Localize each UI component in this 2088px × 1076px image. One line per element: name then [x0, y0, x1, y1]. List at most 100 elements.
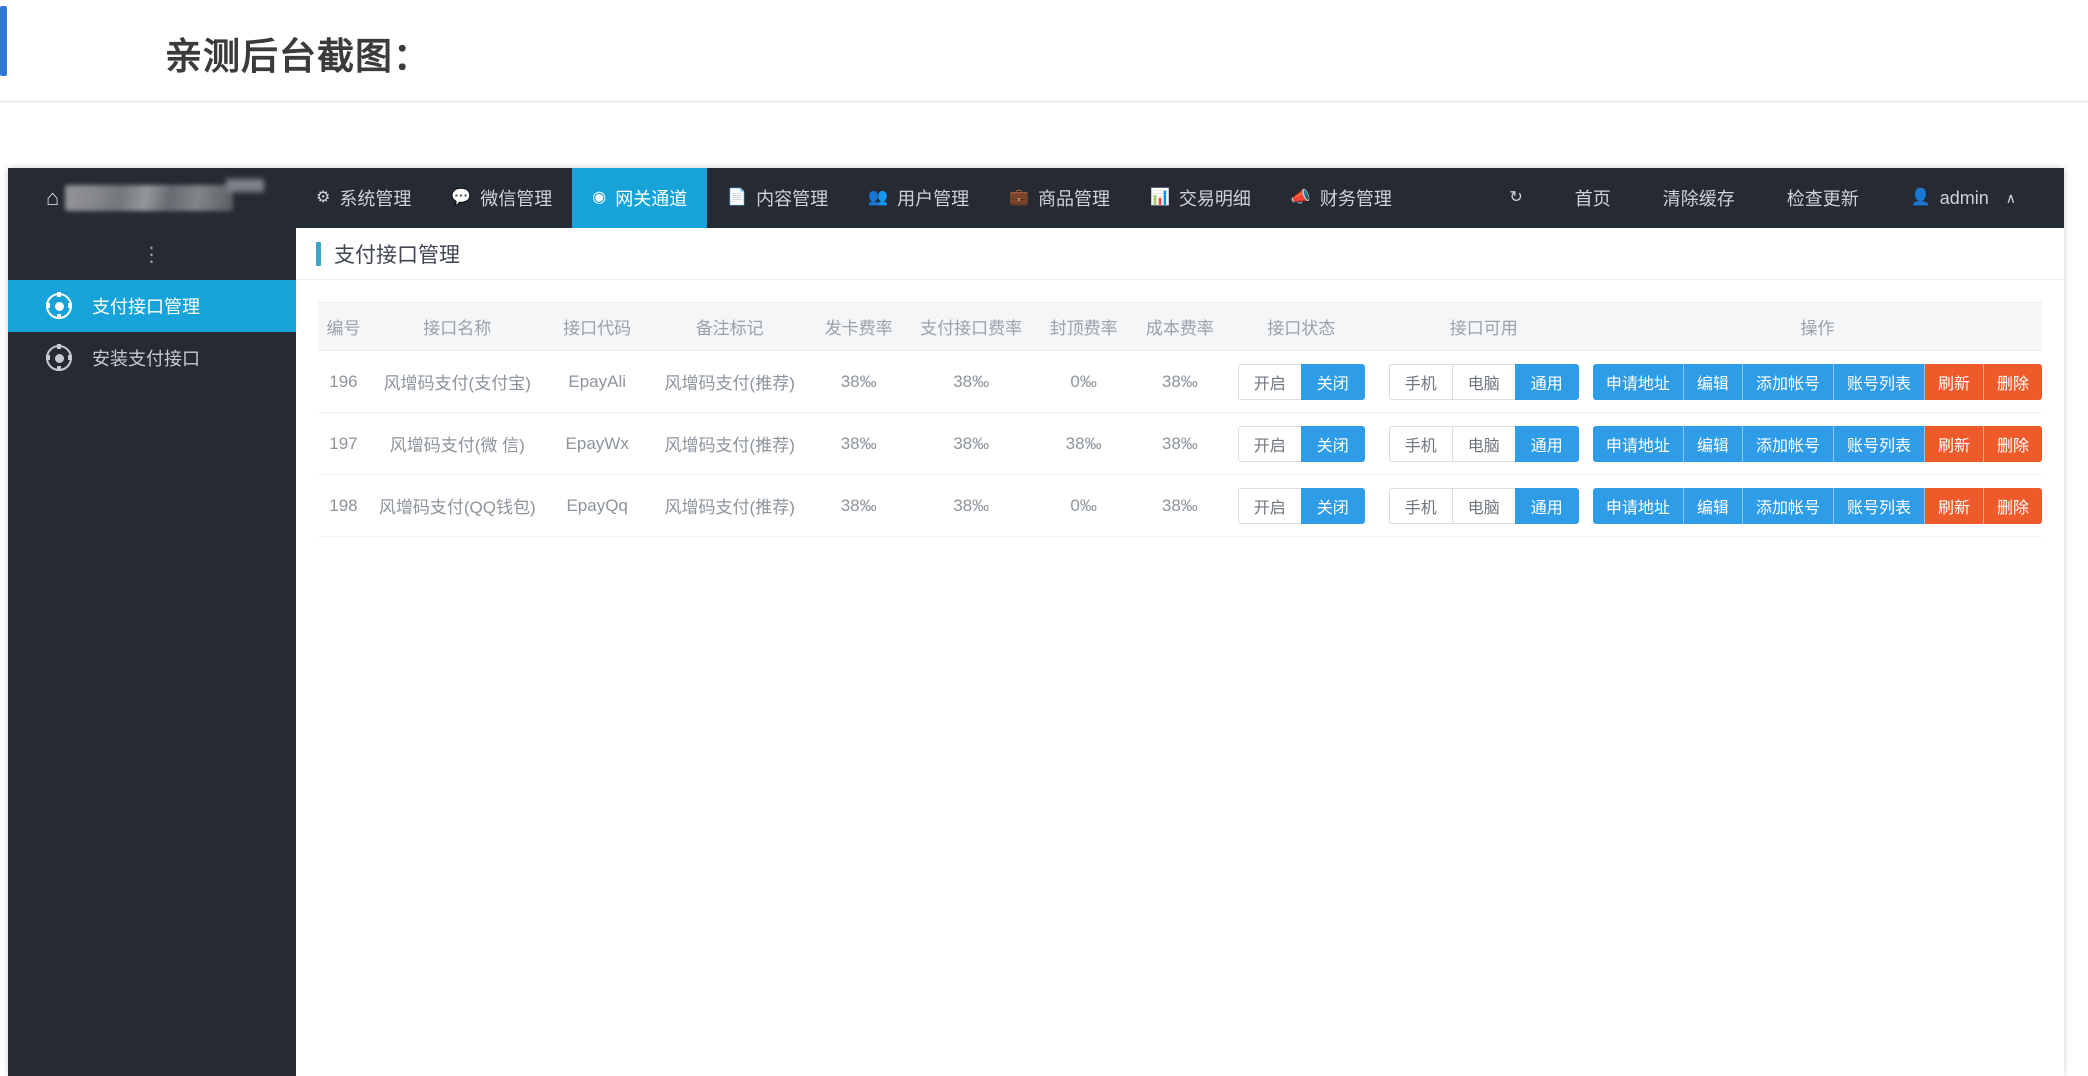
nav-item-5[interactable]: 💼 商品管理	[989, 168, 1130, 228]
status-option-0[interactable]: 开启	[1237, 487, 1302, 524]
nav-item-6[interactable]: 📊 交易明细	[1130, 168, 1271, 228]
action-button-3[interactable]: 账号列表	[1833, 425, 1925, 462]
nav-item-1[interactable]: 💬 微信管理	[431, 168, 572, 228]
action-button-3[interactable]: 账号列表	[1833, 363, 1925, 400]
availability-option-0[interactable]: 手机	[1388, 487, 1453, 524]
column-header-9: 接口可用	[1374, 302, 1593, 351]
row-remark: 风增码支付(推荐)	[648, 350, 811, 413]
action-button-2[interactable]: 添加帐号	[1742, 363, 1834, 400]
nav-item-label: 商品管理	[1038, 189, 1110, 209]
action-button-2[interactable]: 添加帐号	[1742, 487, 1834, 524]
table-row: 198 风增码支付(QQ钱包) EpayQq 风增码支付(推荐) 38‰ 38‰ 0‰ 38‰…	[318, 474, 2042, 537]
refresh-icon: ↻	[1509, 189, 1523, 206]
nav-home-link[interactable]: 首页	[1549, 168, 1637, 228]
action-button-1[interactable]: 编辑	[1683, 363, 1743, 400]
action-button-5[interactable]: 删除	[1983, 363, 2042, 400]
row-id: 198	[318, 474, 369, 537]
row-availability-cell: 手机 电脑 通用	[1374, 350, 1593, 413]
row-availability-cell: 手机 电脑 通用	[1374, 474, 1593, 537]
user-icon: 👤	[1910, 189, 1931, 206]
availability-toggle-group: 手机 电脑 通用	[1388, 363, 1579, 400]
content-title-accent	[316, 241, 321, 266]
content-title: 支付接口管理	[334, 243, 460, 267]
action-button-group: 申请地址 编辑 添加帐号 账号列表 刷新 删除	[1592, 425, 2042, 462]
status-option-1[interactable]: 关闭	[1300, 363, 1365, 400]
availability-option-2[interactable]: 通用	[1514, 363, 1579, 400]
table-row: 197 风增码支付(微 信) EpayWx 风增码支付(推荐) 38‰ 38‰ 38‰ 38‰…	[318, 412, 2042, 475]
user-menu[interactable]: 👤 admin ∧	[1885, 168, 2042, 228]
chart-bar-icon: 📊	[1150, 189, 1170, 206]
action-button-0[interactable]: 申请地址	[1592, 363, 1684, 400]
brand-logo[interactable]: ⌂	[8, 168, 296, 228]
sidebar-item-0[interactable]: 支付接口管理	[8, 280, 296, 332]
row-interface-code: EpayWx	[545, 412, 649, 475]
column-header-7: 成本费率	[1131, 302, 1228, 351]
availability-option-0[interactable]: 手机	[1388, 363, 1453, 400]
article-header: 亲测后台截图：	[0, 0, 2088, 100]
status-option-1[interactable]: 关闭	[1300, 487, 1365, 524]
refresh-button[interactable]: ↻	[1483, 168, 1548, 228]
row-interface-name: 风增码支付(微 信)	[368, 412, 546, 475]
nav-item-label: 交易明细	[1178, 189, 1251, 209]
nav-item-2[interactable]: ◉ 网关通道	[572, 168, 708, 228]
action-button-1[interactable]: 编辑	[1683, 425, 1743, 462]
column-header-6: 封顶费率	[1035, 302, 1132, 351]
compass-icon: ◉	[592, 189, 607, 206]
action-button-2[interactable]: 添加帐号	[1742, 425, 1834, 462]
status-toggle-group: 开启 关闭	[1237, 363, 1365, 400]
sidebar: ⋮ 支付接口管理 安装支付接口	[8, 228, 296, 1076]
status-option-0[interactable]: 开启	[1237, 425, 1302, 462]
status-option-0[interactable]: 开启	[1237, 363, 1302, 400]
column-header-8: 接口状态	[1227, 302, 1375, 351]
cog-circle-icon	[46, 292, 72, 319]
row-cost-rate: 38‰	[1131, 350, 1228, 413]
action-button-group: 申请地址 编辑 添加帐号 账号列表 刷新 删除	[1592, 487, 2042, 524]
row-cost-rate: 38‰	[1131, 474, 1228, 537]
row-interface-code: EpayQq	[545, 474, 649, 537]
sidebar-collapse-handle[interactable]: ⋮	[8, 228, 296, 280]
check-update-button[interactable]: 检查更新	[1761, 168, 1885, 228]
column-header-5: 支付接口费率	[906, 302, 1036, 351]
sidebar-item-1[interactable]: 安装支付接口	[8, 332, 296, 384]
row-status-cell: 开启 关闭	[1227, 412, 1375, 475]
nav-item-3[interactable]: 📄 内容管理	[707, 168, 848, 228]
action-button-5[interactable]: 删除	[1983, 425, 2042, 462]
clear-cache-button[interactable]: 清除缓存	[1637, 168, 1761, 228]
row-availability-cell: 手机 电脑 通用	[1374, 412, 1593, 475]
availability-option-1[interactable]: 电脑	[1451, 363, 1516, 400]
action-button-1[interactable]: 编辑	[1683, 487, 1743, 524]
nav-item-0[interactable]: ⚙ 系统管理	[296, 168, 431, 228]
action-button-0[interactable]: 申请地址	[1592, 425, 1684, 462]
row-status-cell: 开启 关闭	[1227, 474, 1375, 537]
action-button-4[interactable]: 刷新	[1924, 487, 1984, 524]
nav-item-7[interactable]: 📣 财务管理	[1271, 168, 1412, 228]
action-button-4[interactable]: 刷新	[1924, 363, 1984, 400]
nav-item-label: 财务管理	[1319, 189, 1392, 209]
nav-item-list: ⚙ 系统管理 💬 微信管理 ◉ 网关通道 📄 内容管理 👥 用户管理 💼 商品管理 📊 交易明细 📣 财务管理	[296, 168, 1412, 228]
column-header-4: 发卡费率	[810, 302, 907, 351]
action-button-3[interactable]: 账号列表	[1833, 487, 1925, 524]
briefcase-icon: 💼	[1009, 189, 1029, 206]
action-button-4[interactable]: 刷新	[1924, 425, 1984, 462]
column-header-10: 操作	[1592, 302, 2042, 351]
row-actions-cell: 申请地址 编辑 添加帐号 账号列表 刷新 删除	[1592, 474, 2042, 537]
row-pay-rate: 38‰	[906, 412, 1036, 475]
admin-app-window: ⌂ ⚙ 系统管理 💬 微信管理 ◉ 网关通道 📄 内容管理 👥 用户管理 💼 商品管理 📊 交易明细 📣 财务…	[8, 168, 2064, 1076]
action-button-5[interactable]: 删除	[1983, 487, 2042, 524]
nav-right-actions: ↻ 首页 清除缓存 检查更新 👤 admin ∧	[1483, 168, 2064, 228]
row-status-cell: 开启 关闭	[1227, 350, 1375, 413]
row-card-rate: 38‰	[810, 474, 907, 537]
status-option-1[interactable]: 关闭	[1300, 425, 1365, 462]
availability-option-0[interactable]: 手机	[1388, 425, 1453, 462]
action-button-0[interactable]: 申请地址	[1592, 487, 1684, 524]
nav-item-label: 用户管理	[897, 189, 970, 209]
availability-option-2[interactable]: 通用	[1514, 487, 1579, 524]
row-cap-rate: 0‰	[1035, 350, 1132, 413]
gear-icon: ⚙	[316, 189, 331, 206]
nav-item-4[interactable]: 👥 用户管理	[848, 168, 989, 228]
availability-option-2[interactable]: 通用	[1514, 425, 1579, 462]
row-actions-cell: 申请地址 编辑 添加帐号 账号列表 刷新 删除	[1592, 350, 2042, 413]
availability-option-1[interactable]: 电脑	[1451, 487, 1516, 524]
availability-option-1[interactable]: 电脑	[1451, 425, 1516, 462]
row-card-rate: 38‰	[810, 412, 907, 475]
